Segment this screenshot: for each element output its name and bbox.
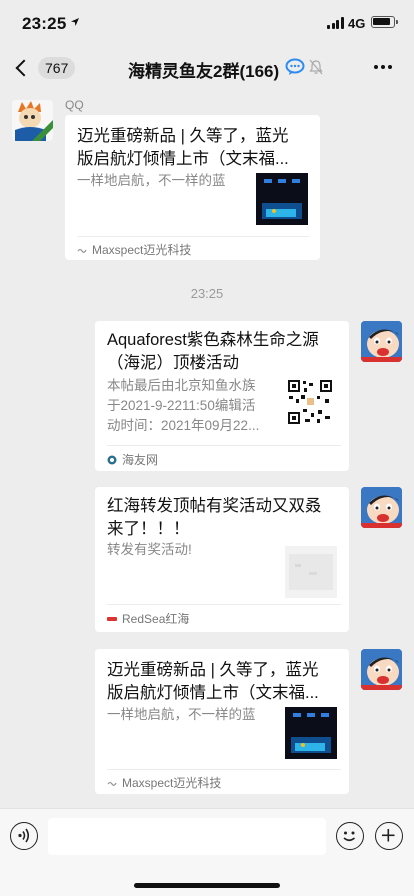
sender-name: QQ <box>65 98 84 112</box>
unread-count-badge: 767 <box>38 57 76 79</box>
card-title: 红海转发顶帖有奖活动又双叒 来了！！！ <box>107 497 322 538</box>
input-bar <box>0 808 414 896</box>
avatar[interactable] <box>361 321 402 362</box>
chat-title: 海精灵鱼友2群(166) <box>128 62 280 81</box>
voice-icon[interactable] <box>10 822 38 850</box>
card-source: RedSea红海 <box>107 610 189 627</box>
card-description: 本帖最后由北京知鱼水族 于2021-9-2211:50编辑活 动时间：2021年… <box>107 378 260 433</box>
nav-bar: 767 海精灵鱼友2群(166) <box>0 44 414 90</box>
link-card[interactable]: 迈光重磅新品 | 久等了，蓝光 版启航灯倾情上市（文末福... 一样地启航，不一… <box>65 115 320 260</box>
card-source: Maxspect迈光科技 <box>107 774 221 791</box>
card-title: 迈光重磅新品 | 久等了，蓝光 版启航灯倾情上市（文末福... <box>77 127 289 168</box>
aquarium-light-thumbnail <box>285 707 337 759</box>
aquarium-light-thumbnail <box>256 173 308 225</box>
signal-icon <box>327 17 345 29</box>
maxspect-logo-icon <box>77 248 87 253</box>
location-arrow-icon <box>71 18 79 26</box>
qr-code-thumbnail <box>287 379 333 425</box>
avatar[interactable] <box>12 100 53 141</box>
chat-bubble-icon <box>285 58 305 75</box>
home-indicator[interactable] <box>134 883 280 888</box>
card-title: 迈光重磅新品 | 久等了，蓝光 版启航灯倾情上市（文末福... <box>107 661 319 702</box>
status-time: 23:25 <box>22 14 67 33</box>
card-description: 一样地启航，不一样的蓝 <box>107 707 256 722</box>
maxspect-logo-icon <box>107 781 117 786</box>
avatar[interactable] <box>361 487 402 528</box>
message-input[interactable] <box>48 818 326 855</box>
link-card[interactable]: Aquaforest紫色森林生命之源 （海泥）顶楼活动 本帖最后由北京知鱼水族 … <box>95 321 349 471</box>
card-title: Aquaforest紫色森林生命之源 （海泥）顶楼活动 <box>107 331 319 372</box>
dark-photo-thumbnail <box>285 546 337 598</box>
card-source: 海友网 <box>107 451 158 468</box>
card-source: Maxspect迈光科技 <box>77 241 191 258</box>
link-card[interactable]: 迈光重磅新品 | 久等了，蓝光 版启航灯倾情上市（文末福... 一样地启航，不一… <box>95 649 349 794</box>
status-bar: 23:25 4G <box>0 0 414 44</box>
network-label: 4G <box>348 16 366 31</box>
crayon-shin-chan-avatar-icon <box>361 487 402 528</box>
emoji-icon[interactable] <box>336 822 364 850</box>
back-chevron-icon <box>15 59 33 77</box>
card-description: 一样地启航，不一样的蓝 <box>77 173 226 188</box>
cartoon-avatar-icon <box>12 100 53 141</box>
haiyouwang-logo-icon <box>107 455 117 464</box>
plus-icon[interactable] <box>375 822 403 850</box>
mute-bell-icon <box>309 59 323 75</box>
message-timestamp: 23:25 <box>190 286 224 301</box>
link-card[interactable]: 红海转发顶帖有奖活动又双叒 来了！！！ 转发有奖活动! RedSea红海 <box>95 487 349 632</box>
more-icon[interactable] <box>374 65 392 69</box>
chat-area[interactable]: QQ 迈光重磅新品 | 久等了，蓝光 版启航灯倾情上市（文末福... 一样地启航… <box>0 90 414 808</box>
redsea-logo-icon <box>107 616 117 621</box>
avatar[interactable] <box>361 649 402 690</box>
crayon-shin-chan-avatar-icon <box>361 649 402 690</box>
card-description: 转发有奖活动! <box>107 542 192 557</box>
back-button[interactable]: 767 <box>12 54 92 82</box>
battery-icon <box>371 16 395 28</box>
crayon-shin-chan-avatar-icon <box>361 321 402 362</box>
